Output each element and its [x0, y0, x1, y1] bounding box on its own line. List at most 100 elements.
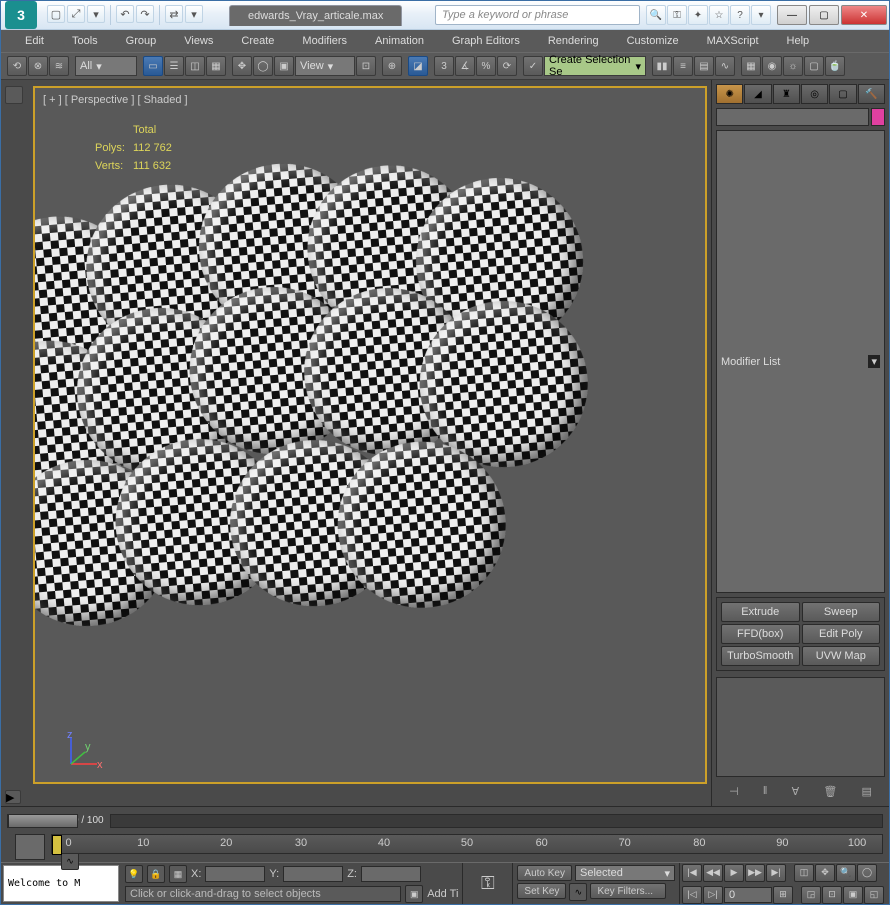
- play-preview-icon[interactable]: ▶: [5, 790, 21, 804]
- create-tab-icon[interactable]: ✺: [716, 84, 743, 104]
- menu-maxscript[interactable]: MAXScript: [693, 32, 773, 50]
- x-field[interactable]: [205, 866, 265, 882]
- script-listener[interactable]: Welcome to M: [3, 865, 119, 902]
- mod-turbosmooth[interactable]: TurboSmooth: [721, 646, 800, 666]
- link-tool-icon[interactable]: ⟲: [7, 56, 27, 76]
- close-button[interactable]: ✕: [841, 5, 887, 25]
- z-field[interactable]: [361, 866, 421, 882]
- next-frame-icon[interactable]: ▶▶: [745, 864, 765, 882]
- current-frame-field[interactable]: 0: [724, 887, 772, 903]
- mod-editpoly[interactable]: Edit Poly: [802, 624, 881, 644]
- link-icon[interactable]: ⇄: [165, 5, 183, 23]
- vp-fov-icon[interactable]: ◲: [801, 886, 821, 904]
- vp-zoomall-icon[interactable]: ⊡: [822, 886, 842, 904]
- modify-tab-icon[interactable]: ◢: [744, 84, 771, 104]
- manip-icon[interactable]: ⊕: [382, 56, 402, 76]
- vp-orbit-icon[interactable]: ◯: [857, 864, 877, 882]
- menu-views[interactable]: Views: [170, 32, 227, 50]
- vp-region-icon[interactable]: ▣: [843, 886, 863, 904]
- y-field[interactable]: [283, 866, 343, 882]
- key-selected-combo[interactable]: Selected▾: [575, 865, 675, 881]
- curve-editor-icon[interactable]: ∿: [715, 56, 735, 76]
- make-unique-icon[interactable]: ∀: [792, 785, 800, 798]
- object-color-swatch[interactable]: [871, 108, 885, 126]
- percent-snap-icon[interactable]: %: [476, 56, 496, 76]
- autokey-button[interactable]: Auto Key: [517, 865, 572, 881]
- modifier-list-combo[interactable]: Modifier List▾: [716, 130, 885, 593]
- menu-help[interactable]: Help: [773, 32, 824, 50]
- mod-uvwmap[interactable]: UVW Map: [802, 646, 881, 666]
- star-icon[interactable]: ☆: [709, 5, 729, 25]
- mod-extrude[interactable]: Extrude: [721, 602, 800, 622]
- menu-grapheditors[interactable]: Graph Editors: [438, 32, 534, 50]
- time-head[interactable]: [52, 835, 62, 855]
- redo-icon[interactable]: ↷: [136, 5, 154, 23]
- selection-filter-combo[interactable]: All▾: [75, 56, 137, 76]
- align-icon[interactable]: ≡: [673, 56, 693, 76]
- help-icon[interactable]: ?: [730, 5, 750, 25]
- render-frame-icon[interactable]: ▢: [804, 56, 824, 76]
- time-swatch[interactable]: [15, 834, 45, 860]
- keymode-small-icon[interactable]: ∿: [569, 883, 587, 901]
- mod-sweep[interactable]: Sweep: [802, 602, 881, 622]
- addtime-label[interactable]: Add Ti: [427, 888, 458, 900]
- setkey-button[interactable]: Set Key: [517, 883, 566, 899]
- mini-curve-icon[interactable]: ∿: [61, 852, 79, 870]
- pivot-icon[interactable]: ⊡: [356, 56, 376, 76]
- bind-tool-icon[interactable]: ≋: [49, 56, 69, 76]
- remove-mod-icon[interactable]: 🗑: [823, 785, 837, 798]
- object-name-field[interactable]: [716, 108, 869, 126]
- goto-end-icon[interactable]: ▶|: [766, 864, 786, 882]
- vp-tool-1[interactable]: [5, 86, 23, 104]
- configure-sets-icon[interactable]: ▤: [861, 785, 871, 798]
- snap-icon[interactable]: 3: [434, 56, 454, 76]
- prev-frame-icon[interactable]: ◀◀: [703, 864, 723, 882]
- show-result-icon[interactable]: ‖: [763, 785, 768, 798]
- menu-modifiers[interactable]: Modifiers: [288, 32, 361, 50]
- unlink-tool-icon[interactable]: ⊗: [28, 56, 48, 76]
- pin-stack-icon[interactable]: ⊣: [729, 785, 739, 798]
- play-icon[interactable]: ▶: [724, 864, 744, 882]
- keymode-icon[interactable]: ◪: [408, 56, 428, 76]
- lock2-icon[interactable]: 🔒: [147, 865, 165, 883]
- select-tool-icon[interactable]: ▭: [143, 56, 163, 76]
- binoculars-icon[interactable]: 🔍: [646, 5, 666, 25]
- save-icon[interactable]: ▾: [87, 5, 105, 23]
- menu-tools[interactable]: Tools: [58, 32, 112, 50]
- key-step-icon[interactable]: |◁: [682, 886, 702, 904]
- time-ruler[interactable]: 0 10 20 30 40 50 60 70 80 90 100: [51, 834, 883, 854]
- rotate-tool-icon[interactable]: ◯: [253, 56, 273, 76]
- menu-animation[interactable]: Animation: [361, 32, 438, 50]
- material-icon[interactable]: ◉: [762, 56, 782, 76]
- render-icon[interactable]: 🍵: [825, 56, 845, 76]
- maximize-button[interactable]: ▢: [809, 5, 839, 25]
- minimize-button[interactable]: —: [777, 5, 807, 25]
- menu-customize[interactable]: Customize: [613, 32, 693, 50]
- modifier-stack[interactable]: [716, 677, 885, 777]
- file-tab[interactable]: edwards_Vray_articale.max: [229, 5, 402, 26]
- select-name-icon[interactable]: ☰: [164, 56, 184, 76]
- viewport-label[interactable]: [ + ] [ Perspective ] [ Shaded ]: [43, 94, 188, 106]
- menu-edit[interactable]: Edit: [11, 32, 58, 50]
- new-icon[interactable]: ▢: [47, 5, 65, 23]
- iso-icon[interactable]: ▦: [169, 865, 187, 883]
- app-logo[interactable]: 3: [5, 1, 37, 29]
- vp-zoom-icon[interactable]: 🔍: [836, 864, 856, 882]
- scale-tool-icon[interactable]: ▣: [274, 56, 294, 76]
- select-region-icon[interactable]: ◫: [185, 56, 205, 76]
- keyfilters-button[interactable]: Key Filters...: [590, 883, 666, 899]
- track-start[interactable]: [7, 814, 67, 828]
- named-sel-icon[interactable]: ✓: [523, 56, 543, 76]
- undo-icon[interactable]: ↶: [116, 5, 134, 23]
- qat-dropdown-icon[interactable]: ▾: [185, 5, 203, 23]
- addtime-icon[interactable]: ▣: [405, 885, 423, 903]
- render-setup-icon[interactable]: ☼: [783, 56, 803, 76]
- viewport[interactable]: [ + ] [ Perspective ] [ Shaded ] Total P…: [33, 86, 707, 784]
- menu-group[interactable]: Group: [112, 32, 171, 50]
- layers-icon[interactable]: ▤: [694, 56, 714, 76]
- ref-coord-combo[interactable]: View▾: [295, 56, 355, 76]
- motion-tab-icon[interactable]: ◎: [801, 84, 828, 104]
- time-tag-icon[interactable]: ▷|: [703, 886, 723, 904]
- track-slider[interactable]: [110, 814, 883, 828]
- vp-pan-icon[interactable]: ✥: [815, 864, 835, 882]
